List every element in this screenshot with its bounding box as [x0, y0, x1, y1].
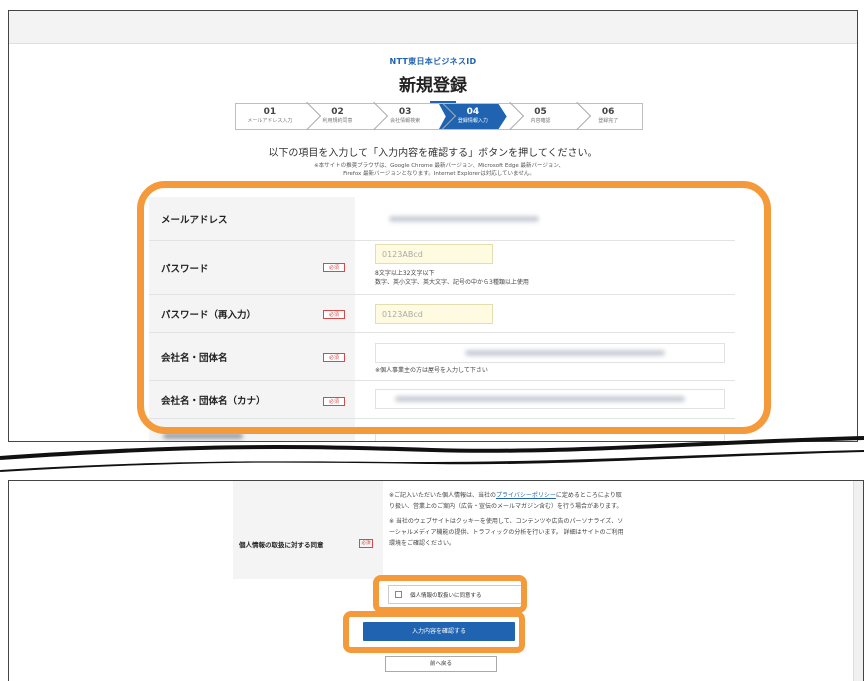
consent-label-cell	[233, 481, 383, 579]
instruction-text: 以下の項目を入力して「入力内容を確認する」ボタンを押してください。	[268, 148, 598, 159]
browser-note-line1: ※本サイトの推奨ブラウザは、Google Chrome 最新バージョン、Micr…	[313, 163, 565, 169]
privacy-paragraph-2: ※ 当社のウェブサイトはクッキーを使用して、コンテンツや広告のパーソナライズ、ソ…	[389, 518, 624, 547]
step-number: 06	[601, 107, 615, 117]
step-complete: 06 登録完了	[574, 104, 642, 129]
scrollbar-track[interactable]	[853, 481, 863, 681]
registration-top-panel: NTT東日本ビジネスID 新規登録 01 メールアドレス入力 02 利用規約同意…	[8, 10, 858, 442]
top-bar	[9, 11, 857, 44]
step-label: 利用規約同意	[322, 118, 353, 124]
step-label: 登録情報入力	[457, 118, 488, 124]
step-number: 03	[398, 107, 412, 117]
step-company-search: 03 会社情報検索	[371, 104, 439, 129]
registration-bottom-panel: 個人情報の取扱に対する同意 必須 ※ご記入いただいた個人情報は、当社のプライバシ…	[8, 480, 864, 681]
required-badge: 必須	[359, 539, 373, 548]
browser-note-line2: Firefox 最新バージョンとなります。Internet Explorerは対…	[343, 171, 535, 177]
privacy-text-before: ※ご記入いただいた個人情報は、当社の	[389, 492, 497, 499]
browser-note: ※本サイトの推奨ブラウザは、Google Chrome 最新バージョン、Micr…	[209, 162, 669, 178]
consent-label: 個人情報の取扱に対する同意	[239, 541, 324, 549]
highlight-frame-consent	[373, 575, 527, 613]
brand-name: NTT東日本ビジネスID	[389, 57, 477, 66]
highlight-frame-form	[137, 181, 771, 434]
progress-steps: 01 メールアドレス入力 02 利用規約同意 03 会社情報検索 04 登録情報…	[235, 103, 643, 130]
back-button[interactable]: 前へ戻る	[385, 656, 497, 672]
privacy-policy-link[interactable]: プライバシーポリシー	[496, 492, 556, 499]
step-label: 会社情報検索	[390, 118, 421, 124]
page-title: 新規登録	[399, 76, 467, 96]
highlight-frame-confirm	[343, 611, 525, 653]
step-label: メールアドレス入力	[247, 118, 293, 124]
page-break-wave	[0, 436, 864, 472]
step-label: 登録完了	[598, 118, 619, 124]
privacy-paragraph-1: ※ご記入いただいた個人情報は、当社のプライバシーポリシーに定めるところにより取り…	[389, 490, 627, 512]
privacy-text: ※ご記入いただいた個人情報は、当社のプライバシーポリシーに定めるところにより取り…	[389, 490, 627, 549]
